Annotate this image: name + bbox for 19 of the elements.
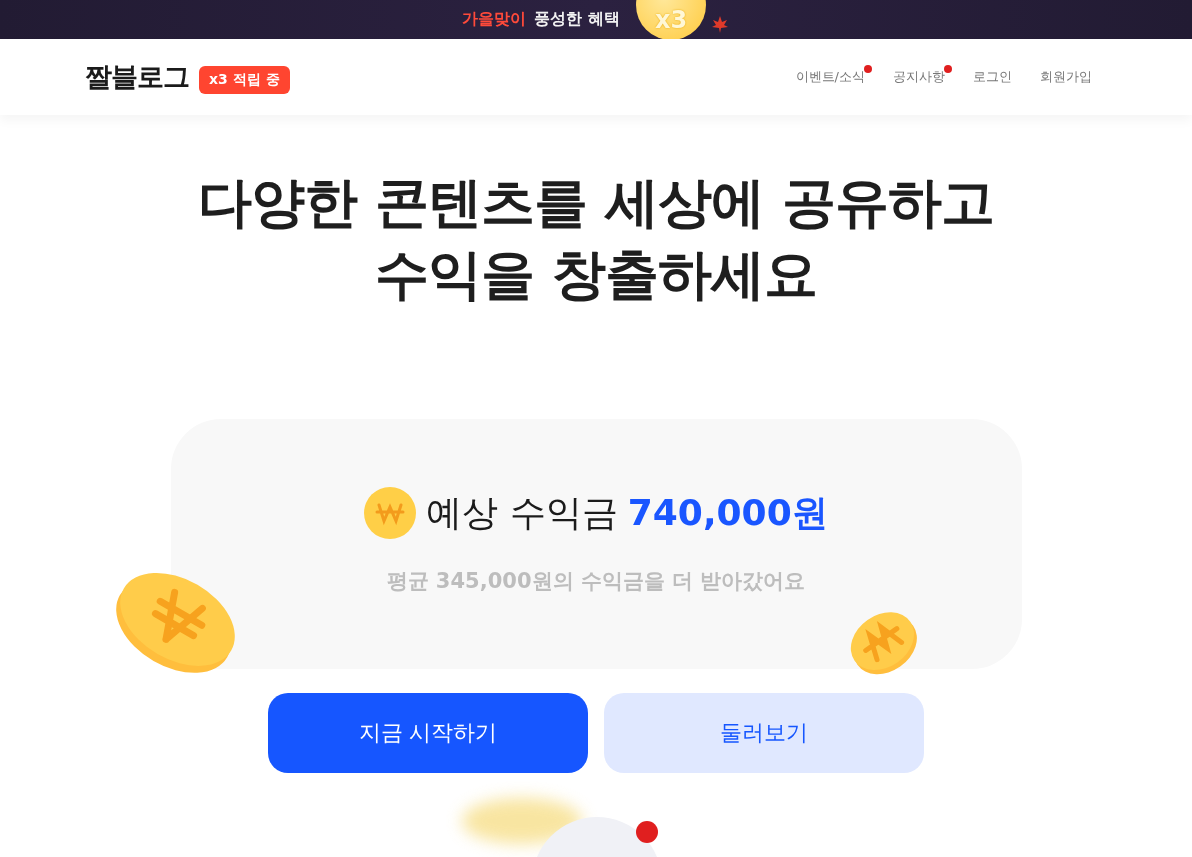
nav-link[interactable]: 공지사항 (893, 68, 945, 86)
notification-dot (636, 821, 658, 843)
earnings-note: 평균 345,000원의 수익금을 더 받아갔어요 (386, 568, 806, 595)
promo-highlight: 가을맞이 (462, 9, 527, 30)
nav-link[interactable]: 이벤트/소식 (795, 68, 865, 86)
moon-badge: x3 (636, 0, 706, 39)
nav-link[interactable]: 회원가입 (1040, 68, 1092, 86)
reward-badge: x3 적립 중 (199, 66, 290, 94)
won-coin-icon (364, 487, 417, 539)
leaf-icon (710, 14, 730, 34)
browse-button[interactable]: 둘러보기 (604, 693, 924, 773)
hero-title-line: 수익을 창출하세요 (374, 242, 818, 308)
nav-link[interactable]: 로그인 (973, 68, 1012, 86)
earnings-label: 예상 수익금 (426, 490, 618, 535)
hero-title-line: 다양한 콘텐츠를 세상에 공유하고 (197, 170, 995, 236)
start-button[interactable]: 지금 시작하기 (268, 693, 588, 773)
promo-text: 풍성한 혜택 (534, 9, 620, 30)
earnings-amount: 740,000원 (627, 490, 828, 535)
logo[interactable]: 짤블로그 (85, 59, 189, 95)
